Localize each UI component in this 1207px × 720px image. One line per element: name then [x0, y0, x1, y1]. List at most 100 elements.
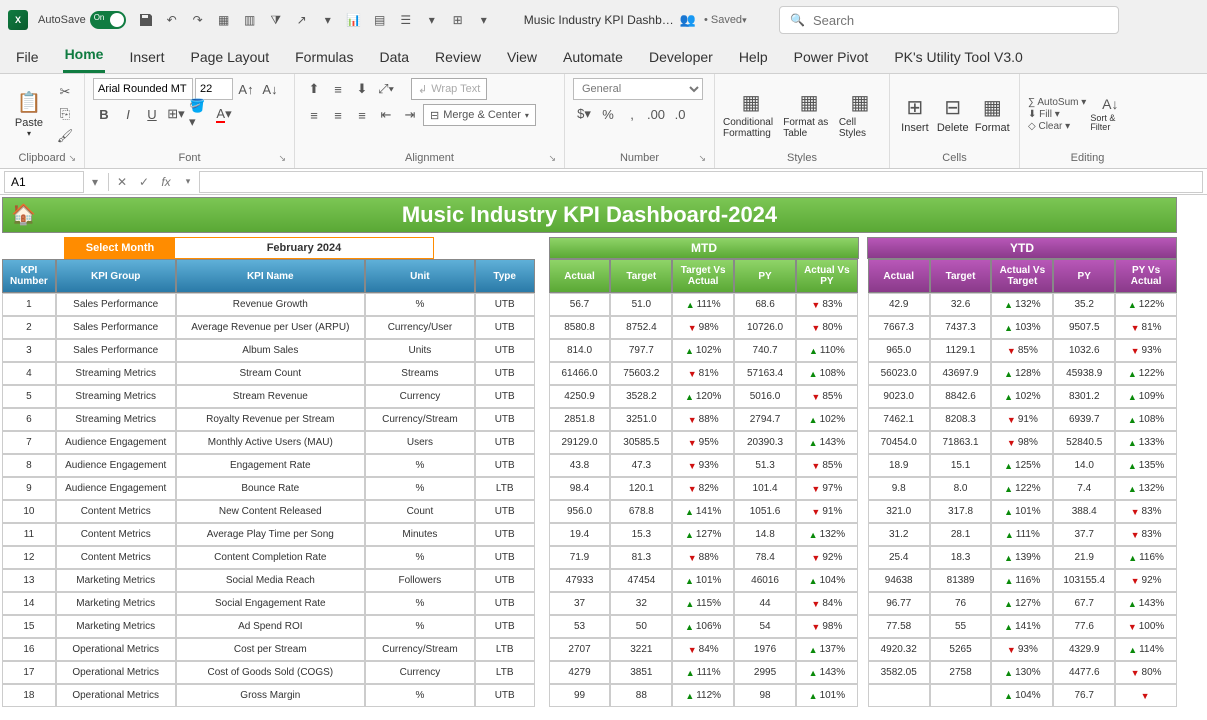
share-people-icon[interactable]: 👥 — [680, 12, 696, 28]
cell[interactable]: ▲104% — [991, 684, 1053, 707]
format-painter-icon[interactable]: 🖌 — [54, 126, 76, 146]
cell[interactable]: 71.9 — [549, 546, 611, 569]
cell[interactable]: Currency/User — [365, 316, 475, 339]
cell[interactable]: 388.4 — [1053, 500, 1115, 523]
cell[interactable]: 20390.3 — [734, 431, 796, 454]
align-left-icon[interactable]: ≡ — [303, 105, 325, 125]
italic-button[interactable]: I — [117, 104, 139, 124]
cell[interactable]: ▼85% — [991, 339, 1053, 362]
cell[interactable]: 19.4 — [549, 523, 611, 546]
format-cells-button[interactable]: ▦Format — [974, 83, 1011, 145]
cell[interactable]: ▼98% — [672, 316, 734, 339]
cell[interactable] — [858, 684, 868, 707]
cell[interactable]: % — [365, 454, 475, 477]
insert-cells-button[interactable]: ⊞Insert — [898, 83, 932, 145]
cell[interactable] — [535, 569, 549, 592]
tab-power-pivot[interactable]: Power Pivot — [792, 43, 871, 73]
cell[interactable]: ▲104% — [796, 569, 858, 592]
cell[interactable] — [858, 362, 868, 385]
cell[interactable]: UTB — [475, 684, 535, 707]
cell[interactable]: UTB — [475, 546, 535, 569]
list-icon[interactable]: ☰ — [396, 10, 416, 30]
cell[interactable]: Audience Engagement — [56, 431, 176, 454]
cell[interactable]: 78.4 — [734, 546, 796, 569]
cell[interactable]: ▲122% — [1115, 362, 1177, 385]
cell[interactable]: 21.9 — [1053, 546, 1115, 569]
cell[interactable]: 42.9 — [868, 293, 930, 316]
cell[interactable]: Sales Performance — [56, 339, 176, 362]
cell[interactable]: Marketing Metrics — [56, 569, 176, 592]
cell[interactable]: 96.77 — [868, 592, 930, 615]
currency-icon[interactable]: $▾ — [573, 104, 595, 124]
cell[interactable]: 43.8 — [549, 454, 611, 477]
cell[interactable]: 740.7 — [734, 339, 796, 362]
enter-formula-icon[interactable]: ✓ — [133, 171, 155, 193]
cell[interactable]: 15.3 — [610, 523, 672, 546]
cell[interactable] — [535, 316, 549, 339]
calc-icon[interactable]: ⊞ — [448, 10, 468, 30]
cell[interactable]: 814.0 — [549, 339, 611, 362]
clipboard-launcher[interactable]: ↘ — [68, 153, 76, 164]
cell[interactable]: Cost per Stream — [176, 638, 366, 661]
cell[interactable]: 3851 — [610, 661, 672, 684]
indent-inc-icon[interactable]: ⇥ — [399, 105, 421, 125]
font-launcher[interactable]: ↘ — [278, 153, 286, 164]
save-icon[interactable] — [136, 10, 156, 30]
cell[interactable]: 71863.1 — [930, 431, 992, 454]
cell[interactable]: ▲116% — [1115, 546, 1177, 569]
cell[interactable]: Bounce Rate — [176, 477, 366, 500]
cell[interactable]: ▼98% — [796, 615, 858, 638]
cell[interactable]: 94638 — [868, 569, 930, 592]
cell[interactable]: 13 — [2, 569, 56, 592]
cell[interactable]: 35.2 — [1053, 293, 1115, 316]
cell[interactable]: 31.2 — [868, 523, 930, 546]
cell[interactable]: 9 — [2, 477, 56, 500]
cell[interactable]: ▼88% — [672, 408, 734, 431]
font-name-input[interactable] — [93, 78, 193, 100]
cell-styles-button[interactable]: ▦Cell Styles — [839, 83, 881, 145]
cell[interactable]: Social Engagement Rate — [176, 592, 366, 615]
tab-home[interactable]: Home — [63, 40, 106, 73]
cell[interactable]: Average Revenue per User (ARPU) — [176, 316, 366, 339]
cell[interactable]: Audience Engagement — [56, 477, 176, 500]
comma-icon[interactable]: , — [621, 104, 643, 124]
cell[interactable]: ▲127% — [672, 523, 734, 546]
align-middle-icon[interactable]: ≡ — [327, 79, 349, 99]
tab-help[interactable]: Help — [737, 43, 770, 73]
cell[interactable]: Audience Engagement — [56, 454, 176, 477]
cell[interactable]: Engagement Rate — [176, 454, 366, 477]
cell[interactable]: Currency — [365, 661, 475, 684]
cell[interactable]: 8 — [2, 454, 56, 477]
cell[interactable]: 8208.3 — [930, 408, 992, 431]
clear-button[interactable]: ◇ Clear ▾ — [1028, 121, 1086, 132]
delete-cells-button[interactable]: ⊟Delete — [936, 83, 970, 145]
cell[interactable]: 4250.9 — [549, 385, 611, 408]
cell[interactable] — [858, 454, 868, 477]
tab-data[interactable]: Data — [377, 43, 411, 73]
search-box[interactable]: 🔍 — [779, 6, 1119, 34]
inc-decimal-icon[interactable]: .00 — [645, 104, 667, 124]
cell[interactable]: UTB — [475, 523, 535, 546]
cell[interactable]: 10 — [2, 500, 56, 523]
cell[interactable]: 3528.2 — [610, 385, 672, 408]
cell[interactable]: ▼93% — [672, 454, 734, 477]
cell[interactable]: ▲111% — [991, 523, 1053, 546]
cell[interactable] — [535, 339, 549, 362]
cell[interactable]: Currency/Stream — [365, 638, 475, 661]
cell[interactable]: ▼97% — [796, 477, 858, 500]
cell[interactable]: Users — [365, 431, 475, 454]
cell[interactable]: Followers — [365, 569, 475, 592]
home-icon[interactable]: 🏠 — [11, 202, 36, 227]
cell[interactable]: ▲132% — [991, 293, 1053, 316]
cell[interactable]: 3221 — [610, 638, 672, 661]
cell[interactable]: UTB — [475, 500, 535, 523]
copy-icon[interactable]: ⎘ — [54, 104, 76, 124]
cell[interactable]: New Content Released — [176, 500, 366, 523]
cell[interactable]: Operational Metrics — [56, 684, 176, 707]
cell[interactable]: ▼85% — [796, 454, 858, 477]
saved-dropdown-icon[interactable]: ▾ — [742, 15, 747, 26]
tab-formulas[interactable]: Formulas — [293, 43, 355, 73]
cell[interactable]: 47454 — [610, 569, 672, 592]
merge-center-button[interactable]: ⊟Merge & Center▾ — [423, 104, 536, 126]
cell[interactable] — [535, 454, 549, 477]
